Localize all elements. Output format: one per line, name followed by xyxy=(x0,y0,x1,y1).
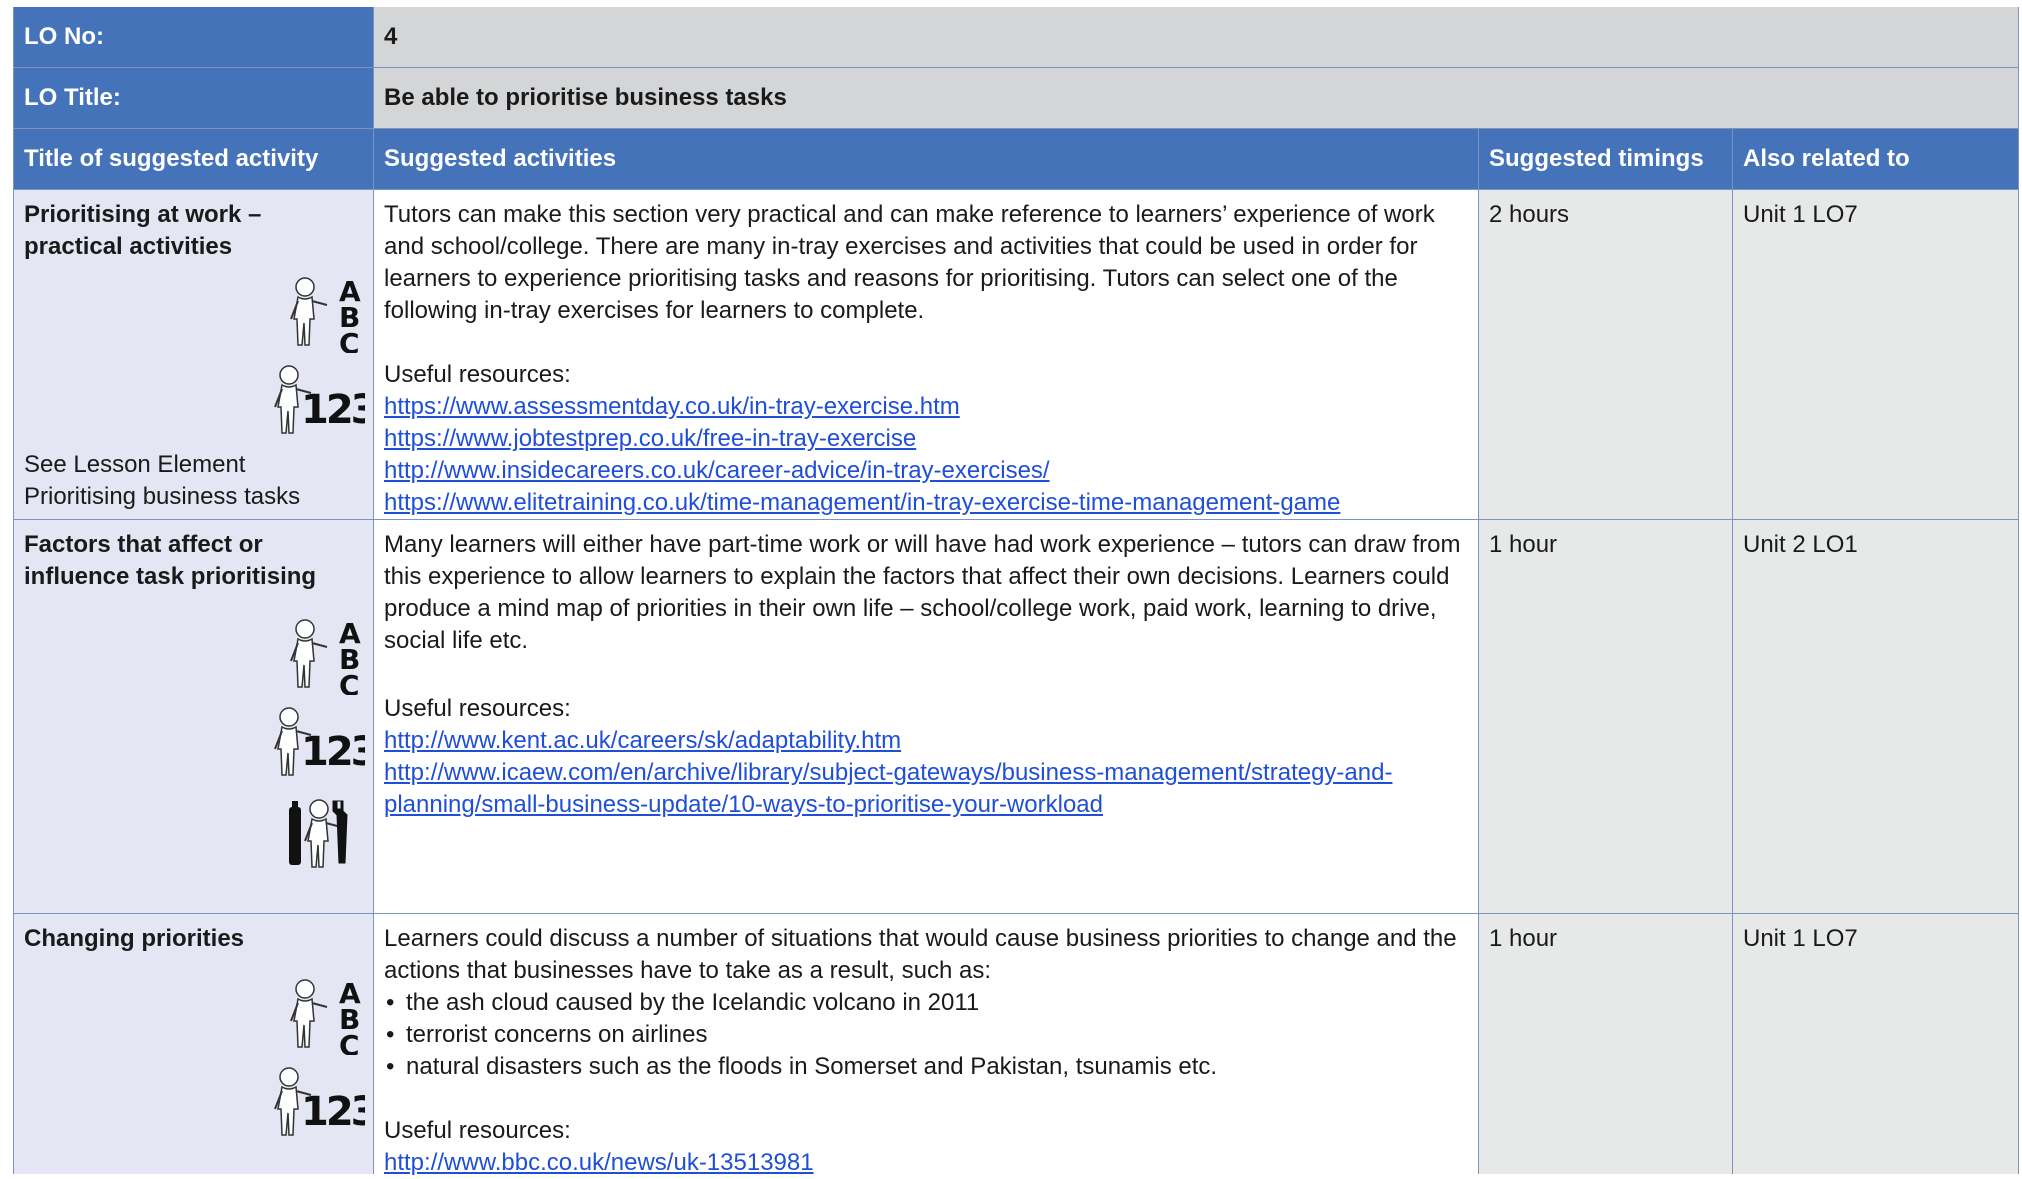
related-cell: Unit 2 LO1 xyxy=(1733,520,2019,913)
timing-cell: 1 hour xyxy=(1479,914,1733,1174)
abc-reading-icon: A B C xyxy=(290,617,361,695)
lo-title-value: Be able to prioritise business tasks xyxy=(374,68,2019,128)
useful-resources-label: Useful resources: xyxy=(384,361,571,388)
svg-text:123: 123 xyxy=(301,387,365,433)
lo-number-row: LO No: 4 xyxy=(13,7,2019,68)
activity-description: Tutors can make this section very practi… xyxy=(384,201,1435,324)
activity-description: Many learners will either have part-time… xyxy=(384,531,1461,654)
lesson-table: LO No: 4 LO Title: Be able to prioritise… xyxy=(13,7,2019,1176)
lesson-element-note: See Lesson Element Prioritising business… xyxy=(24,451,301,510)
svg-text:123: 123 xyxy=(301,729,365,775)
abc-reading-icon: A B C xyxy=(290,275,361,353)
numeracy-123-icon: 123 xyxy=(274,707,365,776)
activity-description-cell: Learners could discuss a number of situa… xyxy=(374,914,1479,1176)
header-suggested-timings: Suggested timings xyxy=(1479,129,1733,189)
header-suggested-activities: Suggested activities xyxy=(374,129,1479,189)
list-item: the ash cloud caused by the Icelandic vo… xyxy=(384,987,1468,1019)
table-row: Changing priorities A B C 123 Learners c… xyxy=(13,914,2019,1176)
tools-skills-icon xyxy=(289,799,348,868)
resource-link[interactable]: http://www.icaew.com/en/archive/library/… xyxy=(384,757,1468,821)
list-item: natural disasters such as the floods in … xyxy=(384,1051,1468,1083)
header-also-related: Also related to xyxy=(1733,129,2019,189)
numeracy-123-icon: 123 xyxy=(274,365,365,434)
svg-text:C: C xyxy=(339,327,360,353)
activity-title: Prioritising at work – practical activit… xyxy=(24,201,262,260)
list-item: terrorist concerns on airlines xyxy=(384,1019,1468,1051)
timing-cell: 1 hour xyxy=(1479,520,1733,913)
table-row: Factors that affect or influence task pr… xyxy=(13,520,2019,914)
lo-number-value: 4 xyxy=(374,7,2019,67)
activity-description-cell: Tutors can make this section very practi… xyxy=(374,190,1479,519)
related-cell: Unit 1 LO7 xyxy=(1733,190,2019,519)
activity-title-cell: Factors that affect or influence task pr… xyxy=(13,520,374,913)
numeracy-123-icon: 123 xyxy=(274,1067,365,1136)
activity-title-cell: Changing priorities A B C 123 xyxy=(13,914,374,1174)
useful-resources-label: Useful resources: xyxy=(384,1117,571,1144)
abc-reading-icon: A B C xyxy=(290,977,361,1055)
skill-icons: A B C 123 xyxy=(24,263,365,439)
svg-text:C: C xyxy=(339,1029,360,1055)
timing-cell: 2 hours xyxy=(1479,190,1733,519)
useful-resources-label: Useful resources: xyxy=(384,695,571,722)
resource-link[interactable]: https://www.jobtestprep.co.uk/free-in-tr… xyxy=(384,423,1468,455)
lo-number-label: LO No: xyxy=(13,7,374,67)
table-row: Prioritising at work – practical activit… xyxy=(13,190,2019,520)
activity-description-cell: Many learners will either have part-time… xyxy=(374,520,1479,913)
svg-text:C: C xyxy=(339,669,360,695)
resource-link[interactable]: http://www.kent.ac.uk/careers/sk/adaptab… xyxy=(384,725,1468,757)
skill-icons: A B C 123 xyxy=(24,965,365,1141)
related-cell: Unit 1 LO7 xyxy=(1733,914,2019,1174)
resource-link[interactable]: http://www.bbc.co.uk/news/uk-13513981 xyxy=(384,1147,1468,1179)
skill-icons: A B C 123 xyxy=(24,605,365,873)
header-activity-title: Title of suggested activity xyxy=(13,129,374,189)
resource-link[interactable]: https://www.assessmentday.co.uk/in-tray-… xyxy=(384,391,1468,423)
lo-title-label: LO Title: xyxy=(13,68,374,128)
activity-title: Changing priorities xyxy=(24,925,245,952)
activity-title: Factors that affect or influence task pr… xyxy=(24,531,317,590)
svg-text:123: 123 xyxy=(301,1089,365,1135)
table-header-row: Title of suggested activity Suggested ac… xyxy=(13,129,2019,190)
lo-title-row: LO Title: Be able to prioritise business… xyxy=(13,68,2019,129)
activity-description: Learners could discuss a number of situa… xyxy=(384,925,1457,984)
bullet-list: the ash cloud caused by the Icelandic vo… xyxy=(384,987,1468,1083)
resource-link[interactable]: http://www.insidecareers.co.uk/career-ad… xyxy=(384,455,1468,487)
resource-link[interactable]: https://www.elitetraining.co.uk/time-man… xyxy=(384,487,1468,519)
activity-title-cell: Prioritising at work – practical activit… xyxy=(13,190,374,519)
